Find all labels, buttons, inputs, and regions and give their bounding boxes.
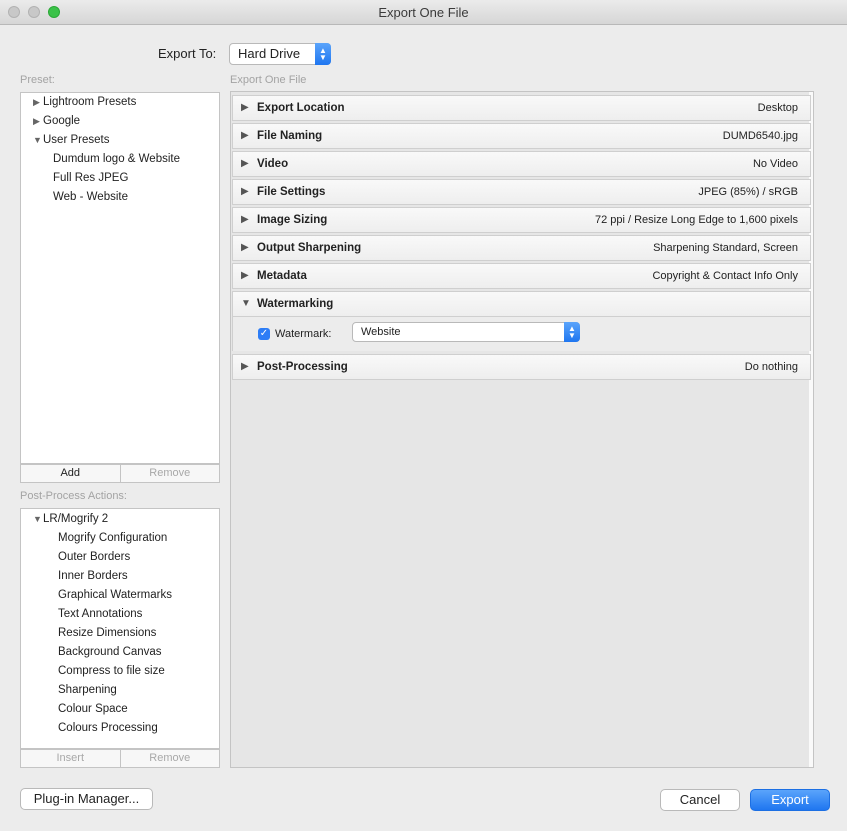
triangle-right-icon[interactable]: ▶	[33, 116, 43, 127]
section-title: Output Sharpening	[257, 242, 362, 254]
preset-button-bar: Add Remove	[20, 464, 220, 483]
post-process-item[interactable]: Outer Borders	[58, 551, 130, 563]
post-process-item[interactable]: Colours Processing	[58, 722, 158, 734]
section-metadata[interactable]: ▶ Metadata Copyright & Contact Info Only	[232, 263, 811, 289]
post-process-item[interactable]: Graphical Watermarks	[58, 589, 172, 601]
section-summary: Do nothing	[744, 361, 798, 373]
post-process-item[interactable]: Sharpening	[58, 684, 117, 696]
preset-item[interactable]: Web - Website	[53, 191, 128, 203]
triangle-right-icon[interactable]: ▶	[241, 361, 249, 372]
add-preset-button[interactable]: Add	[21, 465, 120, 482]
section-summary: Desktop	[757, 102, 798, 114]
preset-item-label: Lightroom Presets	[43, 96, 137, 108]
post-process-item[interactable]: Text Annotations	[58, 608, 142, 620]
remove-action-button[interactable]: Remove	[119, 750, 220, 767]
post-process-label: Post-Process Actions:	[20, 490, 127, 502]
post-process-item[interactable]: Inner Borders	[58, 570, 128, 582]
window-title: Export One File	[378, 5, 469, 20]
preset-item[interactable]: ▼User Presets	[33, 134, 109, 146]
plugin-manager-button[interactable]: Plug-in Manager...	[20, 788, 153, 810]
triangle-down-icon[interactable]: ▼	[33, 135, 43, 145]
section-summary: 72 ppi / Resize Long Edge to 1,600 pixel…	[594, 214, 798, 226]
export-to-label: Export To:	[158, 46, 217, 61]
triangle-right-icon[interactable]: ▶	[241, 242, 249, 253]
section-summary: No Video	[752, 158, 798, 170]
watermark-label: Watermark:	[275, 328, 332, 340]
section-title: Metadata	[257, 270, 307, 282]
export-to-value: Hard Drive	[238, 46, 301, 61]
triangle-right-icon[interactable]: ▶	[241, 270, 249, 281]
section-file-settings[interactable]: ▶ File Settings JPEG (85%) / sRGB	[232, 179, 811, 205]
export-to-popup[interactable]: Hard Drive ▲ ▼	[229, 43, 331, 65]
section-output-sharpening[interactable]: ▶ Output Sharpening Sharpening Standard, S…	[232, 235, 811, 261]
watermarking-body: ✓ Watermark: Website ▲ ▼	[232, 317, 811, 351]
preset-item-label: Web - Website	[53, 191, 128, 203]
post-process-list[interactable]: ▼LR/Mogrify 2 Mogrify Configuration Outer…	[20, 508, 220, 749]
export-settings-panel: ✓ Watermark: Website ▲ ▼ ▶ Export Location…	[230, 91, 814, 768]
post-process-group[interactable]: ▼LR/Mogrify 2	[33, 513, 108, 525]
post-process-item[interactable]: Mogrify Configuration	[58, 532, 167, 544]
preset-item-label: Google	[43, 115, 81, 127]
section-summary: Copyright & Contact Info Only	[652, 270, 798, 282]
checkmark-icon: ✓	[259, 328, 269, 339]
preset-label: Preset:	[20, 74, 55, 86]
post-process-item[interactable]: Background Canvas	[58, 646, 162, 658]
section-title: File Settings	[257, 186, 326, 198]
triangle-right-icon[interactable]: ▶	[241, 214, 249, 225]
title-bar: Export One File	[0, 0, 847, 25]
section-watermarking[interactable]: ▼ Watermarking	[232, 291, 811, 317]
section-video[interactable]: ▶ Video No Video	[232, 151, 811, 177]
section-summary: Sharpening Standard, Screen	[653, 242, 798, 254]
section-summary: JPEG (85%) / sRGB	[698, 186, 798, 198]
section-title: Video	[257, 158, 289, 170]
triangle-right-icon[interactable]: ▶	[241, 158, 249, 169]
triangle-right-icon[interactable]: ▶	[33, 97, 43, 108]
section-title: Image Sizing	[257, 214, 328, 226]
section-title: File Naming	[257, 130, 323, 142]
post-process-item[interactable]: Colour Space	[58, 703, 128, 715]
preset-list[interactable]: ▶ Lightroom Presets ▶ Google ▼User Presets Du…	[20, 92, 220, 464]
section-title: Export Location	[257, 102, 345, 114]
watermark-value: Website	[361, 326, 401, 338]
post-process-item[interactable]: Resize Dimensions	[58, 627, 156, 639]
preset-item-label: Full Res JPEG	[53, 172, 129, 184]
up-down-arrows-icon: ▲ ▼	[315, 43, 331, 65]
preset-item[interactable]: Full Res JPEG	[53, 172, 128, 184]
preset-item[interactable]: Dumdum logo & Website	[53, 153, 180, 165]
section-export-location[interactable]: ▶ Export Location Desktop	[232, 95, 811, 121]
section-title: Post-Processing	[257, 361, 348, 373]
remove-preset-button[interactable]: Remove	[119, 465, 220, 482]
post-process-item[interactable]: Compress to file size	[58, 665, 165, 677]
watermark-popup[interactable]: Website ▲ ▼	[352, 322, 580, 342]
insert-action-button[interactable]: Insert	[21, 750, 120, 767]
up-down-arrows-icon: ▲ ▼	[564, 322, 580, 342]
triangle-right-icon[interactable]: ▶	[241, 130, 249, 141]
watermark-checkbox[interactable]: ✓	[258, 328, 270, 340]
export-button[interactable]: Export	[750, 789, 830, 811]
preset-item[interactable]: ▶ Google	[33, 115, 80, 127]
section-title: Watermarking	[257, 298, 334, 310]
cancel-button[interactable]: Cancel	[660, 789, 740, 811]
triangle-down-icon[interactable]: ▼	[241, 298, 251, 309]
preset-item[interactable]: ▶ Lightroom Presets	[33, 96, 136, 108]
main-heading: Export One File	[230, 74, 307, 86]
preset-item-label: Dumdum logo & Website	[53, 153, 180, 165]
preset-item-label: User Presets	[43, 134, 110, 146]
triangle-right-icon[interactable]: ▶	[241, 186, 249, 197]
section-post-processing[interactable]: ▶ Post-Processing Do nothing	[232, 354, 811, 380]
triangle-right-icon[interactable]: ▶	[241, 102, 249, 113]
triangle-down-icon: ▼	[33, 514, 42, 524]
section-file-naming[interactable]: ▶ File Naming DUMD6540.jpg	[232, 123, 811, 149]
post-process-button-bar: Insert Remove	[20, 749, 220, 768]
section-image-sizing[interactable]: ▶ Image Sizing 72 ppi / Resize Long Edge t…	[232, 207, 811, 233]
post-process-group-label: LR/Mogrify 2	[43, 513, 109, 525]
section-summary: DUMD6540.jpg	[722, 130, 798, 142]
